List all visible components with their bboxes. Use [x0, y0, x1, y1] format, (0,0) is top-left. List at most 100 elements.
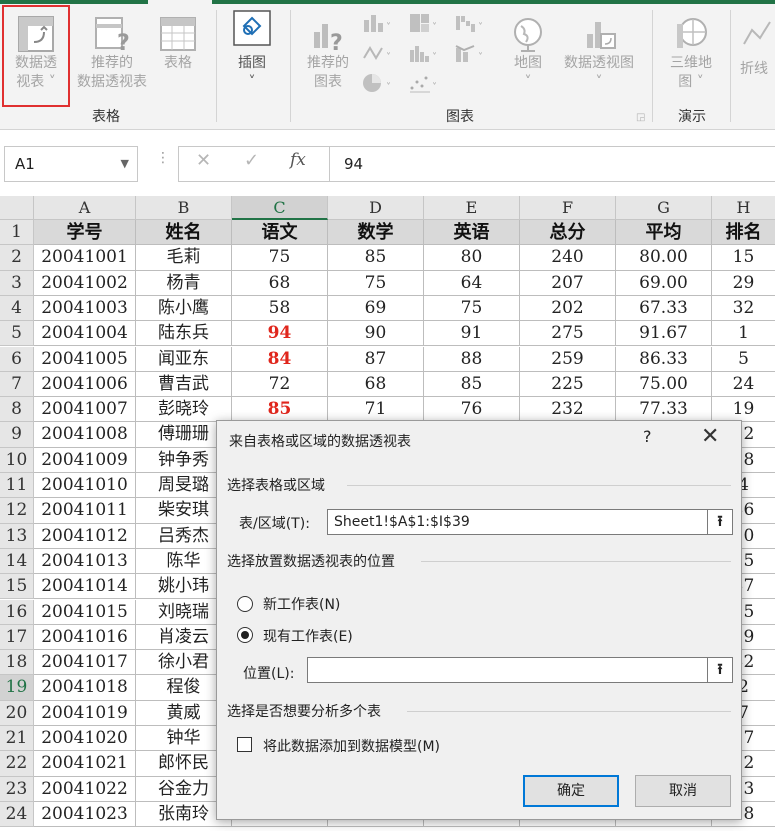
- insert-function-icon[interactable]: fx: [290, 150, 306, 170]
- column-chart-button[interactable]: ˅: [362, 12, 394, 37]
- table-cell[interactable]: 彭晓玲: [136, 397, 232, 423]
- column-header-C[interactable]: C: [232, 196, 328, 220]
- table-cell[interactable]: 20041003: [34, 295, 136, 322]
- formula-input[interactable]: 94: [330, 146, 775, 182]
- table-cell[interactable]: 陆东兵: [136, 321, 232, 347]
- charts-dialog-launcher-icon[interactable]: ◲: [636, 112, 645, 123]
- table-cell[interactable]: 90: [328, 321, 424, 347]
- header-cell[interactable]: 姓名: [136, 220, 232, 246]
- pivotchart-button[interactable]: 数据透视图 ˅: [556, 14, 642, 92]
- table-cell[interactable]: 20041020: [34, 726, 136, 752]
- scatter-chart-button[interactable]: ˅: [408, 72, 440, 97]
- table-cell[interactable]: 20041015: [34, 599, 136, 625]
- header-cell[interactable]: 学号: [34, 220, 136, 246]
- table-cell[interactable]: 68: [328, 371, 424, 398]
- waterfall-chart-button[interactable]: ˅: [454, 12, 486, 37]
- column-header-G[interactable]: G: [616, 196, 712, 220]
- table-cell[interactable]: 20041018: [34, 675, 136, 701]
- table-cell[interactable]: 20041010: [34, 473, 136, 499]
- table-cell[interactable]: 陈小鹰: [136, 295, 232, 322]
- name-box-dropdown-icon[interactable]: ▼: [121, 147, 129, 181]
- table-cell[interactable]: 20041008: [34, 422, 136, 448]
- table-cell[interactable]: 20041022: [34, 776, 136, 802]
- table-cell[interactable]: 202: [520, 295, 616, 322]
- row-header-17[interactable]: 17: [0, 624, 34, 651]
- table-cell[interactable]: 29: [712, 270, 775, 296]
- recommended-pivottables-button[interactable]: ? 推荐的 数据透视表: [76, 14, 148, 92]
- row-header-9[interactable]: 9: [0, 422, 34, 448]
- row-header-4[interactable]: 4: [0, 295, 34, 322]
- location-input[interactable]: [307, 657, 709, 683]
- table-cell[interactable]: 77.33: [616, 397, 712, 423]
- header-cell[interactable]: 英语: [424, 220, 520, 246]
- new-worksheet-radio[interactable]: [237, 596, 253, 612]
- table-cell[interactable]: 75: [328, 270, 424, 296]
- hierarchy-chart-button[interactable]: ˅: [408, 12, 440, 37]
- line-chart-button[interactable]: ˅: [362, 42, 394, 67]
- row-header-13[interactable]: 13: [0, 523, 34, 549]
- existing-worksheet-radio[interactable]: [237, 627, 253, 643]
- column-header-A[interactable]: A: [34, 196, 136, 220]
- table-cell[interactable]: 91.67: [616, 321, 712, 347]
- table-cell[interactable]: 84: [232, 346, 328, 372]
- add-to-data-model-label[interactable]: 将此数据添加到数据模型(M): [263, 736, 440, 756]
- table-cell[interactable]: 91: [424, 321, 520, 347]
- column-header-D[interactable]: D: [328, 196, 424, 220]
- table-cell[interactable]: 毛莉: [136, 245, 232, 271]
- table-cell[interactable]: 80: [424, 245, 520, 271]
- table-button[interactable]: 表格: [152, 14, 204, 73]
- table-cell[interactable]: 58: [232, 295, 328, 322]
- row-header-7[interactable]: 7: [0, 371, 34, 398]
- cancel-button[interactable]: 取消: [635, 775, 731, 807]
- table-cell[interactable]: 85: [328, 245, 424, 271]
- existing-worksheet-label[interactable]: 现有工作表(E): [263, 626, 353, 646]
- row-header-10[interactable]: 10: [0, 447, 34, 473]
- table-cell[interactable]: 87: [328, 346, 424, 372]
- table-cell[interactable]: 85: [232, 397, 328, 423]
- cancel-icon[interactable]: ✕: [196, 150, 211, 171]
- table-cell[interactable]: 20041002: [34, 270, 136, 296]
- column-header-B[interactable]: B: [136, 196, 232, 220]
- table-cell[interactable]: 232: [520, 397, 616, 423]
- select-all-corner[interactable]: [0, 196, 34, 220]
- row-header-2[interactable]: 2: [0, 245, 34, 271]
- table-cell[interactable]: 20041006: [34, 371, 136, 398]
- location-collapse-icon[interactable]: ⭱: [707, 657, 733, 683]
- new-worksheet-label[interactable]: 新工作表(N): [263, 594, 340, 614]
- table-cell[interactable]: 曹吉武: [136, 371, 232, 398]
- close-icon[interactable]: ✕: [701, 424, 719, 449]
- table-cell[interactable]: 19: [712, 397, 775, 423]
- table-cell[interactable]: 94: [232, 321, 328, 347]
- row-header-24[interactable]: 24: [0, 801, 34, 828]
- table-cell[interactable]: 88: [424, 346, 520, 372]
- header-cell[interactable]: 排名: [712, 220, 775, 246]
- table-cell[interactable]: 68: [232, 270, 328, 296]
- range-input[interactable]: Sheet1!$A$1:$I$39: [327, 509, 709, 535]
- combo-chart-button[interactable]: ˅: [454, 42, 486, 67]
- maps-button[interactable]: 地图 ˅: [504, 14, 552, 92]
- table-cell[interactable]: 20041014: [34, 574, 136, 600]
- illustrations-button[interactable]: 插图 ˅: [226, 8, 278, 92]
- table-cell[interactable]: 207: [520, 270, 616, 296]
- row-header-22[interactable]: 22: [0, 751, 34, 777]
- table-cell[interactable]: 20041021: [34, 751, 136, 777]
- table-cell[interactable]: 75: [232, 245, 328, 271]
- row-header-6[interactable]: 6: [0, 346, 34, 372]
- row-header-12[interactable]: 12: [0, 498, 34, 524]
- table-cell[interactable]: 75: [424, 295, 520, 322]
- statistic-chart-button[interactable]: ˅: [408, 42, 440, 67]
- column-header-E[interactable]: E: [424, 196, 520, 220]
- row-header-1[interactable]: 1: [0, 220, 34, 246]
- table-cell[interactable]: 闻亚东: [136, 346, 232, 372]
- table-cell[interactable]: 72: [232, 371, 328, 398]
- table-cell[interactable]: 20041019: [34, 700, 136, 726]
- sparkline-line-button[interactable]: 折线: [740, 14, 775, 79]
- table-cell[interactable]: 80.00: [616, 245, 712, 271]
- table-cell[interactable]: 20041001: [34, 245, 136, 271]
- table-cell[interactable]: 75.00: [616, 371, 712, 398]
- table-cell[interactable]: 259: [520, 346, 616, 372]
- help-button[interactable]: ?: [643, 427, 652, 446]
- enter-icon[interactable]: ✓: [244, 150, 259, 171]
- column-header-F[interactable]: F: [520, 196, 616, 220]
- table-cell[interactable]: 64: [424, 270, 520, 296]
